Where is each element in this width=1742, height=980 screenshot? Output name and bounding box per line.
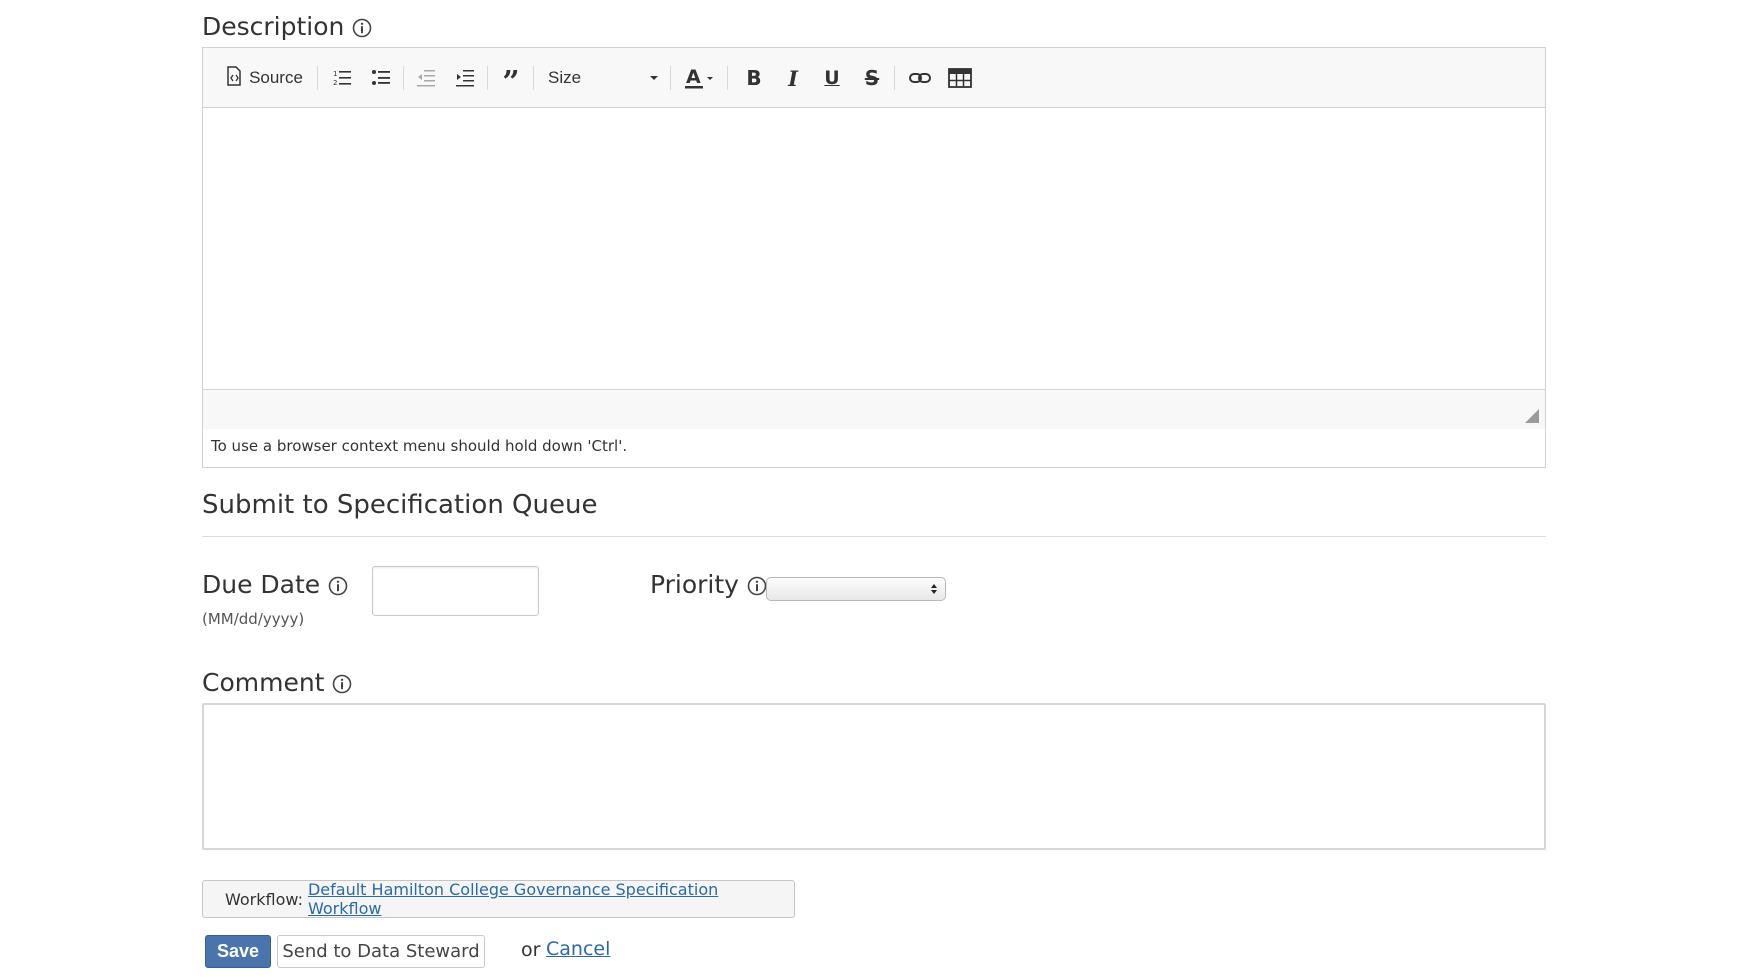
underline-button[interactable]: U [817,62,847,94]
font-size-label: Size [548,68,582,87]
due-date-input[interactable] [372,566,539,616]
or-text: or [521,939,541,961]
info-icon[interactable] [747,576,767,596]
due-date-label-text: Due Date [202,570,321,599]
save-button[interactable]: Save [205,935,271,968]
outdent-button[interactable] [411,62,441,94]
toolbar-separator [894,66,895,90]
text-color-icon: A [685,66,713,89]
bulleted-list-icon [372,70,390,85]
svg-text:A: A [686,66,701,88]
toolbar-separator [533,66,534,90]
source-label: Source [249,68,303,87]
blockquote-button[interactable]: ” [496,62,526,100]
context-menu-hint: To use a browser context menu should hol… [211,437,628,455]
section-divider [202,536,1546,537]
priority-label: Priority [650,570,767,599]
italic-icon: I [788,65,798,91]
italic-button[interactable]: I [778,62,808,94]
info-icon[interactable] [352,18,372,38]
cancel-link[interactable]: Cancel [546,938,610,960]
chevron-down-icon [650,76,658,80]
workflow-label: Workflow: [225,889,303,909]
bold-button[interactable]: B [739,62,769,94]
due-date-label: Due Date [202,570,348,599]
font-size-dropdown[interactable]: Size [548,62,663,94]
bold-icon: B [746,66,762,90]
workflow-box: Workflow: Default Hamilton College Gover… [202,880,795,918]
toolbar-separator [487,66,488,90]
numbered-list-button[interactable]: 12 [327,62,357,94]
indent-button[interactable] [450,62,480,94]
priority-label-text: Priority [650,570,739,599]
underline-icon: U [824,67,840,89]
info-icon[interactable] [328,576,348,596]
date-format-hint: (MM/dd/yyyy) [202,610,305,628]
toolbar-separator [317,66,318,90]
toolbar-separator [727,66,728,90]
description-label: Description [202,12,372,41]
send-to-data-steward-button[interactable]: Send to Data Steward [277,935,485,968]
svg-text:1: 1 [333,70,337,78]
strikethrough-button[interactable]: S [857,62,887,94]
svg-text:2: 2 [333,79,337,87]
numbered-list-icon: 12 [333,70,351,87]
blockquote-icon: ” [502,65,520,100]
outdent-icon [417,70,435,87]
editor-status-bar [203,389,1545,429]
priority-select[interactable] [766,577,946,601]
toolbar-separator [403,66,404,90]
strikethrough-icon: S [864,66,880,90]
comment-textarea[interactable] [202,703,1546,850]
toolbar-separator [670,66,671,90]
table-icon [948,68,972,88]
bulleted-list-button[interactable] [366,62,396,94]
editor-content-area[interactable] [203,109,1545,389]
workflow-link[interactable]: Default Hamilton College Governance Spec… [308,880,794,918]
select-arrows-icon [931,584,937,594]
resize-grip-icon[interactable] [1525,409,1539,423]
indent-icon [456,70,474,87]
rich-text-editor: Source 12 ” Size A B I U S To use a brow… [202,47,1546,468]
source-icon [225,66,243,90]
description-label-text: Description [202,12,345,41]
source-button[interactable]: Source [223,62,305,94]
text-color-button[interactable]: A [680,62,720,94]
section-title: Submit to Specification Queue [202,490,598,520]
table-button[interactable] [943,62,977,94]
editor-toolbar: Source 12 ” Size A B I U S [203,48,1545,108]
comment-label: Comment [202,668,352,697]
link-icon [909,73,931,83]
info-icon[interactable] [332,674,352,694]
link-button[interactable] [903,62,937,94]
comment-label-text: Comment [202,668,325,697]
